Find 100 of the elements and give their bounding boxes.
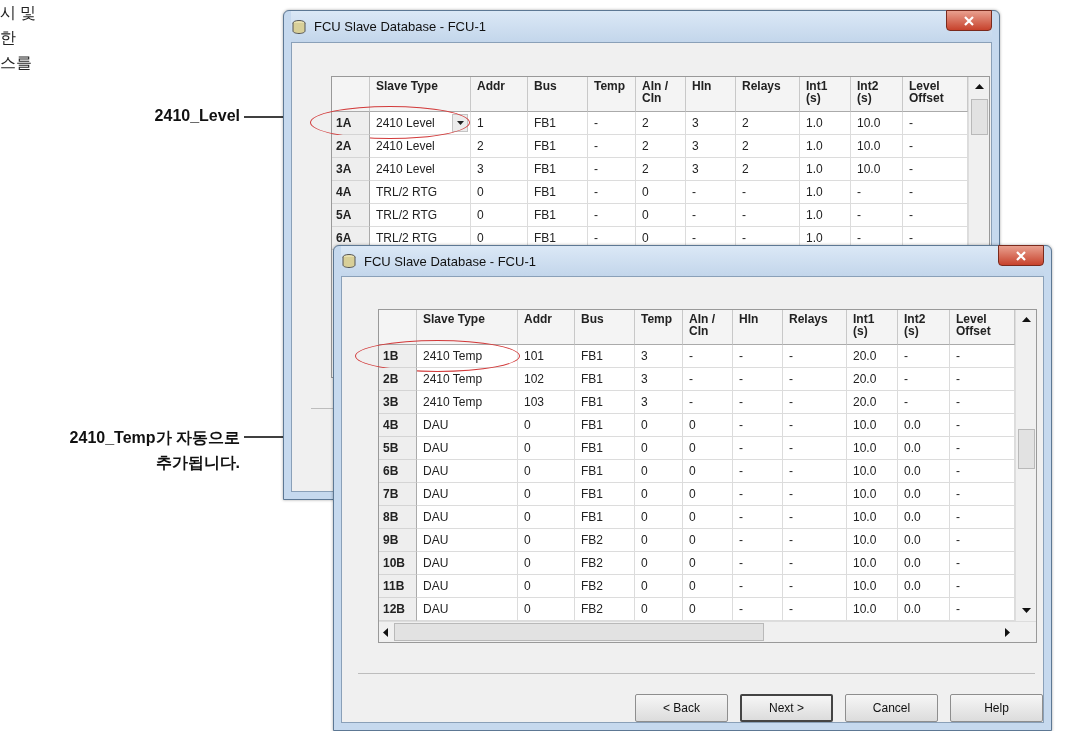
table-cell: FB1	[528, 181, 588, 204]
table-cell: 10.0	[851, 135, 903, 158]
scroll-left-icon	[383, 627, 388, 637]
table-cell: -	[783, 552, 847, 575]
table-cell: -	[851, 181, 903, 204]
close-button[interactable]	[946, 10, 992, 31]
table-cell: 0.0	[898, 483, 950, 506]
table-cell: 3	[635, 345, 683, 368]
column-header: Slave Type	[417, 310, 518, 345]
table-cell: 3	[635, 368, 683, 391]
window-title: FCU Slave Database - FCU-1	[314, 19, 486, 34]
table-cell: 1.0	[800, 204, 851, 227]
callout-label: 추가됩니다.	[155, 453, 240, 473]
table-cell: 0	[683, 506, 733, 529]
column-header: Int2 (s)	[898, 310, 950, 345]
table-cell: DAU	[417, 460, 518, 483]
window-title: FCU Slave Database - FCU-1	[364, 253, 536, 269]
table-cell: 2	[471, 135, 528, 158]
table-cell: -	[733, 345, 783, 368]
table-cell: -	[783, 345, 847, 368]
vertical-scrollbar[interactable]	[1015, 310, 1036, 621]
dialog-button[interactable]: Cancel	[845, 694, 938, 722]
row-header: 5A	[332, 204, 370, 227]
table-cell: 0	[635, 529, 683, 552]
close-button[interactable]	[998, 245, 1044, 266]
table-cell: -	[588, 204, 636, 227]
table-cell: 0	[518, 506, 575, 529]
caret-icon	[456, 121, 464, 125]
scrollbar-thumb[interactable]	[1017, 429, 1035, 469]
table-cell: 2	[636, 158, 686, 181]
table-cell: 3	[686, 112, 736, 135]
table-cell: 101	[518, 345, 575, 368]
table-cell: FB1	[575, 483, 635, 506]
table-cell: 10.0	[847, 529, 898, 552]
scroll-up-icon	[974, 84, 984, 89]
scrollbar-thumb[interactable]	[394, 623, 764, 641]
body-text: 시 및	[0, 3, 37, 23]
scrollbar-thumb[interactable]	[970, 99, 988, 135]
table-cell: -	[733, 529, 783, 552]
callout-label: 2410_Level	[154, 106, 240, 126]
table-cell: 0	[471, 204, 528, 227]
table-cell: -	[588, 112, 636, 135]
table-cell: 0.0	[898, 437, 950, 460]
row-header: 12B	[379, 598, 417, 621]
table-cell: -	[736, 204, 800, 227]
table-cell: FB1	[575, 506, 635, 529]
table-cell: -	[783, 460, 847, 483]
table-cell: 0	[518, 483, 575, 506]
table-cell: 0	[683, 460, 733, 483]
table-cell: 1.0	[800, 135, 851, 158]
dialog-button[interactable]: Next >	[740, 694, 833, 722]
row-header: 9B	[379, 529, 417, 552]
table-cell: -	[686, 181, 736, 204]
row-header: 5B	[379, 437, 417, 460]
scroll-right-icon	[1005, 627, 1010, 637]
table-cell: 2	[736, 135, 800, 158]
column-header: Relays	[783, 310, 847, 345]
row-header: 4B	[379, 414, 417, 437]
table-cell: -	[783, 368, 847, 391]
table-cell: DAU	[417, 506, 518, 529]
table-cell: -	[683, 345, 733, 368]
table-cell: -	[851, 204, 903, 227]
table-cell: FB2	[575, 529, 635, 552]
table-cell: -	[733, 391, 783, 414]
dialog-button[interactable]: < Back	[635, 694, 728, 722]
table-cell: 2410 Level	[370, 135, 471, 158]
table-cell: -	[588, 181, 636, 204]
table-cell: 0.0	[898, 552, 950, 575]
table-cell: TRL/2 RTG	[370, 181, 471, 204]
row-header: 1A	[332, 112, 370, 135]
body-text: 한	[0, 28, 16, 48]
column-header: HIn	[686, 77, 736, 112]
table-cell: DAU	[417, 529, 518, 552]
table-cell: 0	[518, 460, 575, 483]
table-cell: -	[683, 368, 733, 391]
table-cell: 0	[683, 483, 733, 506]
table-cell: 10.0	[847, 460, 898, 483]
table-cell: FB1	[528, 158, 588, 181]
table-cell: 20.0	[847, 391, 898, 414]
horizontal-scrollbar[interactable]	[379, 621, 1036, 642]
column-header: Int1 (s)	[800, 77, 851, 112]
table-cell: -	[733, 368, 783, 391]
table-cell: FB1	[528, 204, 588, 227]
table-cell: 10.0	[847, 483, 898, 506]
table-cell: -	[898, 345, 950, 368]
table-cell: 2	[636, 112, 686, 135]
table-cell: 0.0	[898, 575, 950, 598]
dropdown-button[interactable]	[452, 114, 468, 132]
table-cell: -	[736, 181, 800, 204]
table-cell: 3	[471, 158, 528, 181]
row-header: 1B	[379, 345, 417, 368]
table-cell: FB1	[528, 135, 588, 158]
table-cell: 0.0	[898, 414, 950, 437]
dropdown-field[interactable]: 2410 Level	[370, 112, 471, 135]
table-cell: -	[783, 391, 847, 414]
row-header: 4A	[332, 181, 370, 204]
dialog-button[interactable]: Help	[950, 694, 1043, 722]
table-cell: 0	[635, 414, 683, 437]
column-header: Addr	[471, 77, 528, 112]
table-cell: 10.0	[847, 552, 898, 575]
